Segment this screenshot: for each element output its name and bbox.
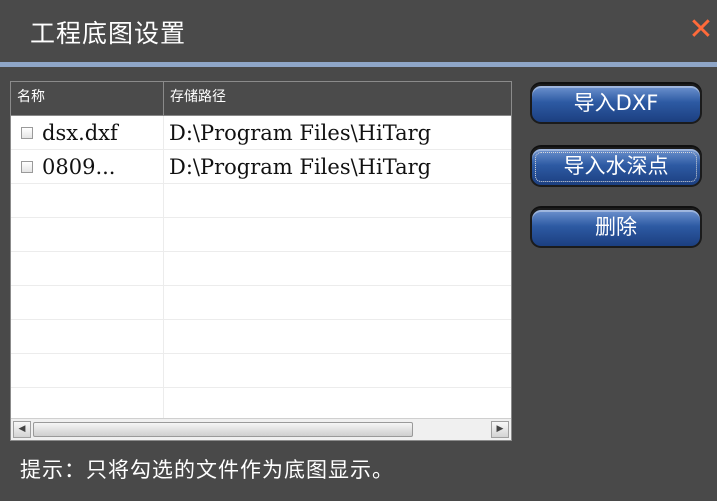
horizontal-scrollbar[interactable]: ◀ ▶: [11, 418, 511, 440]
title-bar: 工程底图设置 ✕: [0, 0, 717, 62]
column-header-path[interactable]: 存储路径: [164, 82, 511, 115]
import-dxf-button[interactable]: 导入DXF: [530, 84, 702, 124]
file-name: dsx.dxf: [42, 121, 118, 145]
scroll-right-icon[interactable]: ▶: [491, 421, 509, 438]
table-header: 名称 存储路径: [11, 82, 511, 116]
empty-cell: [11, 252, 164, 286]
import-depth-points-button[interactable]: 导入水深点: [530, 147, 702, 187]
close-icon[interactable]: ✕: [688, 15, 714, 45]
table-row[interactable]: dsx.dxf D:\Program Files\HiTarg: [11, 116, 511, 150]
file-path: D:\Program Files\HiTarg: [169, 121, 432, 145]
dialog-title: 工程底图设置: [30, 19, 187, 48]
table-body: dsx.dxf D:\Program Files\HiTarg 0809... …: [11, 116, 511, 418]
scroll-left-icon[interactable]: ◀: [13, 421, 31, 438]
name-cell: dsx.dxf: [11, 116, 164, 150]
empty-row: [11, 354, 511, 388]
empty-row: [11, 320, 511, 354]
basemap-file-table: 名称 存储路径 dsx.dxf D:\Program Files\HiTarg …: [10, 81, 512, 441]
delete-button[interactable]: 删除: [530, 208, 702, 248]
empty-cell: [11, 320, 164, 354]
empty-row: [11, 388, 511, 418]
name-cell: 0809...: [11, 150, 164, 184]
empty-cell: [11, 184, 164, 218]
empty-row: [11, 252, 511, 286]
scrollbar-thumb[interactable]: [33, 422, 413, 437]
column-header-name[interactable]: 名称: [11, 82, 164, 115]
table-row[interactable]: 0809... D:\Program Files\HiTarg: [11, 150, 511, 184]
file-name: 0809...: [42, 155, 116, 179]
empty-cell: [11, 354, 164, 388]
row-checkbox[interactable]: [21, 161, 33, 173]
empty-row: [11, 184, 511, 218]
empty-cell: [11, 388, 164, 418]
empty-cell: [11, 218, 164, 252]
row-checkbox[interactable]: [21, 127, 33, 139]
file-path: D:\Program Files\HiTarg: [169, 155, 432, 179]
hint-text: 提示：只将勾选的文件作为底图显示。: [20, 458, 394, 482]
empty-cell: [11, 286, 164, 320]
empty-row: [11, 218, 511, 252]
empty-row: [11, 286, 511, 320]
title-separator: [0, 62, 717, 67]
project-basemap-dialog: 工程底图设置 ✕ 名称 存储路径 dsx.dxf D:\Program File…: [0, 0, 717, 501]
